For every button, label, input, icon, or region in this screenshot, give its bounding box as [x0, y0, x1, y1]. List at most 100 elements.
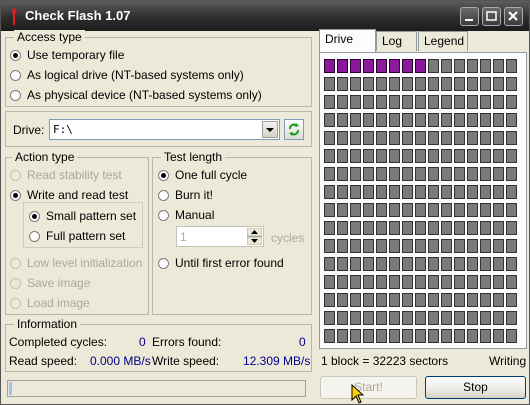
drive-block [402, 239, 413, 253]
drive-block [402, 185, 413, 199]
drive-block [376, 185, 387, 199]
drive-block [337, 239, 348, 253]
tab-legend[interactable]: Legend [418, 31, 468, 51]
drive-block [324, 239, 335, 253]
cycles-spin-buttons[interactable] [246, 227, 263, 246]
low-level-init-option[interactable]: Low level initialization [10, 256, 142, 270]
tab-log[interactable]: Log [376, 31, 417, 51]
start-button[interactable]: Start! [320, 376, 417, 399]
drive-block [324, 203, 335, 217]
drive-block [324, 77, 335, 91]
save-image-option[interactable]: Save image [10, 276, 90, 290]
drive-block [506, 239, 517, 253]
drive-block [454, 167, 465, 181]
drive-block [415, 131, 426, 145]
one-full-cycle-option[interactable]: One full cycle [158, 168, 247, 182]
access-temp-file-option[interactable]: Use temporary file [10, 48, 124, 62]
radio[interactable] [158, 257, 169, 269]
drive-block [441, 149, 452, 163]
drive-block [363, 221, 374, 235]
maximize-button[interactable] [482, 7, 501, 26]
radio[interactable] [158, 189, 169, 201]
drive-block [467, 221, 478, 235]
drive-block [428, 257, 439, 271]
radio-checked[interactable] [158, 169, 169, 181]
errors-found-value: 0 [299, 335, 306, 349]
radio-disabled[interactable] [10, 297, 21, 309]
drive-block [350, 113, 361, 127]
access-logical-drive-option[interactable]: As logical drive (NT-based systems only) [10, 68, 244, 82]
drive-block [337, 329, 348, 343]
refresh-drives-button[interactable] [284, 119, 304, 140]
drive-block [402, 113, 413, 127]
drive-block [389, 113, 400, 127]
radio-disabled[interactable] [10, 169, 21, 181]
drive-block [428, 77, 439, 91]
drive-block [441, 77, 452, 91]
drive-block [415, 275, 426, 289]
drive-block [363, 131, 374, 145]
drive-select[interactable]: F:\ [49, 119, 280, 140]
drive-block [389, 221, 400, 235]
drive-block [402, 203, 413, 217]
information-title: Information [14, 317, 81, 331]
drive-label: Drive: [13, 123, 45, 137]
write-read-option[interactable]: Write and read test [10, 188, 128, 202]
drive-block [428, 167, 439, 181]
drive-block [389, 77, 400, 91]
drive-dropdown-button[interactable] [262, 121, 278, 138]
manual-option[interactable]: Manual [158, 208, 214, 222]
write-speed-value: 12.309 MB/s [243, 354, 311, 368]
drive-block [493, 167, 504, 181]
radio[interactable] [10, 89, 21, 101]
drive-block [428, 329, 439, 343]
drive-block [389, 203, 400, 217]
close-icon [508, 11, 518, 21]
radio-checked[interactable] [10, 49, 21, 61]
radio[interactable] [158, 209, 169, 221]
window-title: Check Flash 1.07 [25, 8, 131, 23]
drive-block [493, 185, 504, 199]
access-temp-file-label: Use temporary file [27, 48, 125, 62]
drive-block [337, 95, 348, 109]
title-bar[interactable]: Check Flash 1.07 [1, 1, 529, 31]
drive-block [493, 131, 504, 145]
radio-disabled[interactable] [10, 257, 21, 269]
drive-block [467, 149, 478, 163]
drive-block [441, 329, 452, 343]
read-stability-option[interactable]: Read stability test [10, 168, 122, 182]
drive-block [454, 257, 465, 271]
full-pattern-option[interactable]: Full pattern set [29, 229, 125, 243]
status-state: Writing [489, 354, 527, 368]
burn-it-option[interactable]: Burn it! [158, 188, 213, 202]
drive-block [415, 311, 426, 325]
radio[interactable] [29, 230, 40, 242]
tab-drive-map[interactable]: Drive map [319, 29, 376, 64]
radio[interactable] [10, 69, 21, 81]
access-physical-device-option[interactable]: As physical device (NT-based systems onl… [10, 88, 262, 102]
drive-block [376, 95, 387, 109]
cycles-stepper[interactable]: 1 [176, 226, 264, 247]
minimize-button[interactable] [460, 7, 479, 26]
drive-block [324, 185, 335, 199]
small-pattern-option[interactable]: Small pattern set [29, 209, 136, 223]
drive-block [324, 293, 335, 307]
drive-block [467, 311, 478, 325]
drive-block [506, 149, 517, 163]
stop-button[interactable]: Stop [425, 376, 526, 399]
drive-map-grid [324, 59, 522, 347]
radio-checked[interactable] [10, 189, 21, 201]
drive-block [493, 203, 504, 217]
drive-block [480, 257, 491, 271]
drive-block [389, 311, 400, 325]
close-button[interactable] [504, 7, 523, 26]
radio-disabled[interactable] [10, 277, 21, 289]
drive-block [363, 257, 374, 271]
until-first-error-option[interactable]: Until first error found [158, 256, 284, 270]
load-image-option[interactable]: Load image [10, 296, 90, 310]
radio-checked[interactable] [29, 210, 40, 222]
drive-block [480, 167, 491, 181]
drive-block-written [402, 59, 413, 73]
until-first-error-label: Until first error found [175, 256, 284, 270]
drive-block [350, 95, 361, 109]
